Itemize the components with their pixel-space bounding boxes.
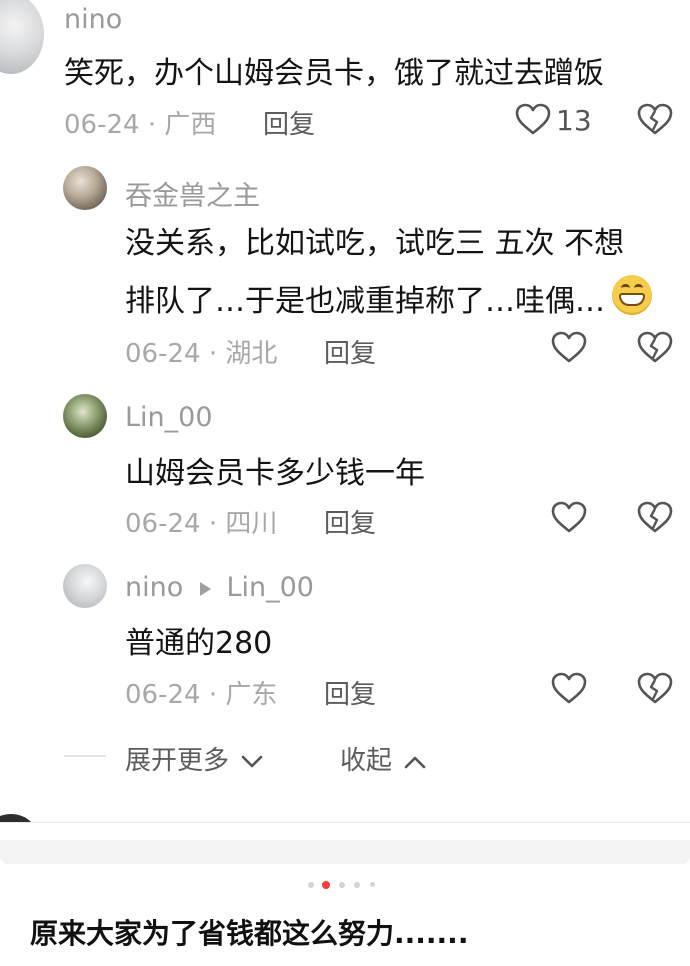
comment-text-line-1: 没关系，比如试吃，试吃三 五次 不想 bbox=[125, 226, 625, 261]
comment-meta: 06-24 · 四川 bbox=[125, 503, 277, 540]
avatar[interactable] bbox=[63, 394, 107, 438]
comment-date: 06-24 bbox=[125, 509, 201, 539]
broken-heart-icon bbox=[637, 501, 673, 533]
dislike-button[interactable] bbox=[637, 672, 673, 708]
pager-dot[interactable] bbox=[339, 882, 345, 888]
heart-icon bbox=[515, 103, 551, 135]
collapse-label: 收起 bbox=[340, 746, 393, 776]
comment-meta: 06-24 · 广东 bbox=[125, 674, 277, 711]
comment-meta: 06-24 · 湖北 bbox=[125, 333, 277, 370]
chevron-up-icon bbox=[404, 756, 426, 768]
meta-separator: · bbox=[147, 110, 165, 140]
comment-location: 广东 bbox=[225, 680, 278, 710]
pager-dot[interactable] bbox=[370, 882, 375, 887]
heart-icon bbox=[551, 501, 587, 533]
heart-icon bbox=[551, 672, 587, 704]
like-button[interactable] bbox=[551, 331, 587, 367]
comment-username-row: nino Lin_00 bbox=[125, 572, 314, 603]
comment-location: 广西 bbox=[164, 110, 217, 140]
broken-heart-icon bbox=[637, 672, 673, 704]
comment-date: 06-24 bbox=[125, 339, 201, 369]
like-button[interactable] bbox=[515, 103, 551, 139]
avatar[interactable] bbox=[63, 166, 107, 210]
dislike-button[interactable] bbox=[637, 103, 673, 139]
grin-emoji bbox=[612, 275, 652, 315]
reply-button[interactable]: 回复 bbox=[263, 104, 315, 141]
comment-text: 普通的280 bbox=[125, 626, 273, 661]
reply-button[interactable]: 回复 bbox=[324, 674, 376, 711]
comment-date: 06-24 bbox=[64, 110, 140, 140]
like-count: 13 bbox=[556, 104, 592, 137]
reply-button[interactable]: 回复 bbox=[324, 333, 376, 370]
collapse-button[interactable]: 收起 bbox=[340, 740, 426, 777]
dislike-button[interactable] bbox=[637, 501, 673, 537]
footer-divider bbox=[0, 822, 690, 823]
triangle-right-icon bbox=[199, 581, 211, 596]
avatar[interactable] bbox=[0, 0, 44, 74]
meta-separator: · bbox=[208, 680, 226, 710]
comment-text: 笑死，办个山姆会员卡，饿了就过去蹭饭 bbox=[64, 56, 604, 91]
pager-dot[interactable] bbox=[354, 882, 360, 888]
meta-separator: · bbox=[208, 339, 226, 369]
comment-location: 湖北 bbox=[225, 339, 278, 369]
thread-divider bbox=[64, 755, 106, 757]
comment-date: 06-24 bbox=[125, 680, 201, 710]
chevron-down-icon bbox=[241, 755, 263, 767]
pager-dot-active[interactable] bbox=[322, 881, 330, 889]
comment-username[interactable]: nino bbox=[125, 572, 183, 603]
avatar[interactable] bbox=[63, 564, 107, 608]
comment-meta: 06-24 · 广西 bbox=[64, 104, 216, 141]
meta-separator: · bbox=[208, 509, 226, 539]
comment-username[interactable]: nino bbox=[64, 4, 122, 35]
like-button[interactable] bbox=[551, 501, 587, 537]
comment-text: 山姆会员卡多少钱一年 bbox=[125, 456, 425, 491]
like-button[interactable] bbox=[551, 672, 587, 708]
broken-heart-icon bbox=[637, 331, 673, 363]
broken-heart-icon bbox=[637, 103, 673, 135]
expand-more-button[interactable]: 展开更多 bbox=[125, 740, 263, 777]
comment-username[interactable]: 吞金兽之主 bbox=[125, 174, 260, 213]
dislike-button[interactable] bbox=[637, 331, 673, 367]
comment-text-line-2: 排队了…于是也减重掉称了…哇偶… bbox=[125, 284, 605, 319]
post-caption: 原来大家为了省钱都这么努力....... bbox=[30, 917, 469, 950]
comment-location: 四川 bbox=[225, 509, 278, 539]
reply-button[interactable]: 回复 bbox=[324, 503, 376, 540]
expand-more-label: 展开更多 bbox=[125, 746, 230, 776]
heart-icon bbox=[551, 331, 587, 363]
reply-target-username[interactable]: Lin_00 bbox=[226, 572, 314, 603]
comment-username[interactable]: Lin_00 bbox=[125, 402, 213, 433]
pager-dot[interactable] bbox=[308, 882, 314, 888]
next-comment-peek bbox=[0, 840, 690, 864]
